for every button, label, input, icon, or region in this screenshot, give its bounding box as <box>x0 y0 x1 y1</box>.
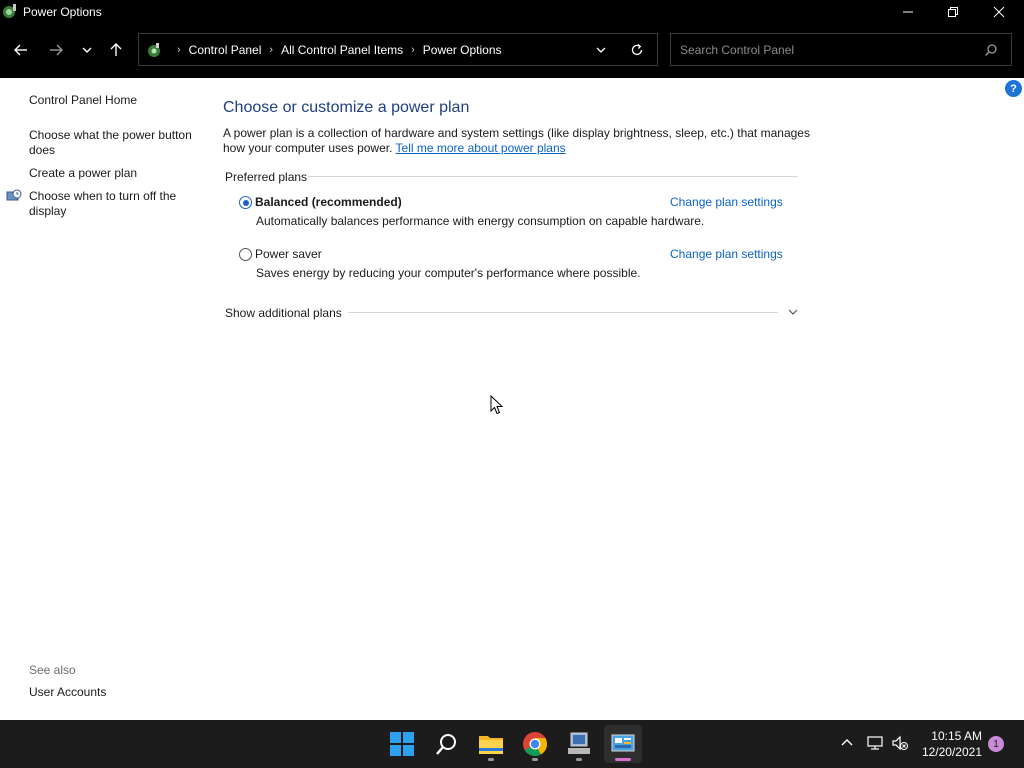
chrome-icon <box>523 732 548 757</box>
show-additional-plans[interactable]: Show additional plans <box>225 306 342 320</box>
sidebar-item-user-accounts[interactable]: User Accounts <box>29 685 106 699</box>
page-title: Choose or customize a power plan <box>223 99 470 116</box>
breadcrumb-separator-icon: › <box>177 44 181 56</box>
minimize-button[interactable] <box>885 0 931 24</box>
power-saver-plan-radio[interactable] <box>239 248 252 261</box>
restore-icon <box>948 7 958 17</box>
taskbar-file-explorer[interactable] <box>472 725 510 763</box>
network-icon[interactable] <box>866 734 884 752</box>
breadcrumb-separator-icon: › <box>269 44 274 56</box>
sidebar: Control Panel Home Choose what the power… <box>0 78 205 720</box>
arrow-right-icon <box>50 44 63 56</box>
preferred-plans-heading: Preferred plans <box>225 170 308 184</box>
clock-date[interactable]: 12/20/2021 <box>920 745 982 759</box>
recent-locations-button[interactable] <box>75 38 99 62</box>
divider <box>308 176 798 177</box>
chevron-down-icon[interactable] <box>787 306 799 318</box>
sidebar-item-power-button[interactable]: Choose what the power button does <box>29 128 199 158</box>
refresh-icon[interactable] <box>630 43 644 57</box>
taskbar-search-button[interactable] <box>428 725 466 763</box>
chevron-down-icon[interactable] <box>594 43 608 57</box>
search-box[interactable]: Search Control Panel <box>670 33 1012 66</box>
power-saver-change-settings-link[interactable]: Change plan settings <box>670 247 783 261</box>
forward-button[interactable] <box>44 38 68 62</box>
chevron-up-icon[interactable] <box>838 734 856 752</box>
see-also-heading: See also <box>29 663 76 677</box>
start-icon <box>390 732 414 756</box>
chevron-down-icon <box>82 47 92 53</box>
balanced-plan-name[interactable]: Balanced (recommended) <box>255 195 402 209</box>
up-button[interactable] <box>104 38 128 62</box>
taskbar-remote-desktop[interactable] <box>560 725 598 763</box>
balanced-plan-radio[interactable] <box>239 196 252 209</box>
display-timer-icon <box>6 189 22 201</box>
restore-button[interactable] <box>930 0 976 24</box>
back-button[interactable] <box>9 38 33 62</box>
taskbar-control-panel[interactable] <box>604 725 642 763</box>
learn-more-link[interactable]: Tell me more about power plans <box>396 141 566 155</box>
running-indicator <box>488 758 494 761</box>
clock-time[interactable]: 10:15 AM <box>922 729 982 743</box>
sidebar-item-display-off[interactable]: Choose when to turn off the display <box>29 189 199 219</box>
breadcrumb-separator-icon: › <box>411 44 415 56</box>
running-indicator <box>532 758 538 761</box>
file-explorer-icon <box>479 736 503 754</box>
control-panel-icon <box>611 734 635 752</box>
intro-text: A power plan is a collection of hardware… <box>223 126 813 156</box>
notification-badge[interactable]: 1 <box>988 736 1004 752</box>
arrow-left-icon <box>14 44 27 56</box>
power-options-icon <box>3 4 16 18</box>
breadcrumb-control-panel[interactable]: Control Panel <box>189 43 262 57</box>
balanced-change-settings-link[interactable]: Change plan settings <box>670 195 783 209</box>
minimize-icon <box>903 11 913 13</box>
window-title: Power Options <box>23 5 102 19</box>
mouse-cursor-icon <box>490 395 503 415</box>
power-saver-plan-description: Saves energy by reducing your computer's… <box>256 266 641 280</box>
remote-desktop-icon <box>568 732 590 754</box>
breadcrumb-all-items[interactable]: All Control Panel Items <box>281 43 403 57</box>
taskbar: 10:15 AM 12/20/2021 1 <box>0 720 1024 768</box>
search-input[interactable]: Search Control Panel <box>680 43 794 57</box>
start-button[interactable] <box>383 725 421 763</box>
running-indicator <box>576 758 582 761</box>
sidebar-item-home[interactable]: Control Panel Home <box>29 93 199 108</box>
search-icon[interactable] <box>984 43 998 57</box>
navigation-bar: › Control Panel › All Control Panel Item… <box>0 24 1024 78</box>
control-panel-icon <box>148 43 160 57</box>
search-icon <box>436 734 456 755</box>
arrow-up-icon <box>110 43 122 56</box>
title-bar: Power Options <box>0 0 1024 24</box>
close-icon <box>993 6 1005 18</box>
address-bar[interactable]: › Control Panel › All Control Panel Item… <box>138 33 658 66</box>
volume-muted-icon[interactable] <box>891 734 909 752</box>
divider <box>348 312 778 313</box>
help-button[interactable]: ? <box>1005 80 1022 97</box>
active-indicator <box>615 758 631 761</box>
sidebar-item-create-plan[interactable]: Create a power plan <box>29 166 199 181</box>
breadcrumb-power-options[interactable]: Power Options <box>423 43 502 57</box>
power-saver-plan-name[interactable]: Power saver <box>255 247 322 261</box>
balanced-plan-description: Automatically balances performance with … <box>256 214 705 228</box>
taskbar-chrome[interactable] <box>516 725 554 763</box>
close-button[interactable] <box>976 0 1022 24</box>
breadcrumb: › Control Panel › All Control Panel Item… <box>169 43 502 57</box>
